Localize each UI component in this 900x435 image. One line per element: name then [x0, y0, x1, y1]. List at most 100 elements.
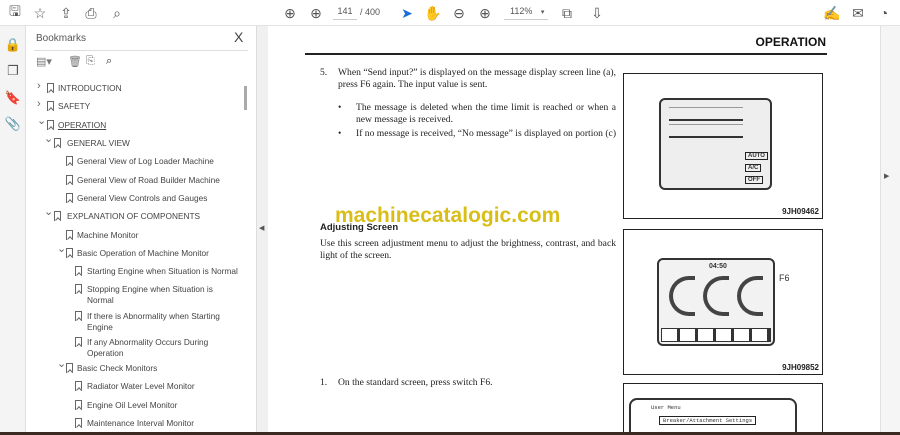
step-5-number: 5.: [320, 67, 328, 78]
bookmark-label[interactable]: Stopping Engine when Situation is Normal: [87, 284, 238, 306]
next-page-icon[interactable]: ⊕: [307, 4, 325, 22]
bookmark-icon: [66, 248, 73, 258]
collapse-arrow-icon: ◀: [259, 225, 265, 232]
new-bookmark-icon[interactable]: ⎘: [86, 55, 95, 68]
page-total: / 400: [360, 7, 381, 17]
upload-cloud-icon[interactable]: ⇪: [57, 4, 75, 22]
auto-key: AUTO: [745, 152, 768, 160]
toolbar: 🖫 ☆ ⇪ ⎙ ⌕ ⊕ ⊕ 141 / 400 ➤ ✋ ⊖ ⊕ 112% ▾ ⧉…: [0, 0, 900, 26]
collapse-panel-handle[interactable]: ◀: [256, 26, 268, 432]
divider: [34, 50, 248, 51]
figure-ac-panel: AUTO A/C OFF 9JH09462: [623, 73, 823, 219]
bookmark-label[interactable]: Basic Operation of Machine Monitor: [77, 248, 238, 259]
bookmark-label[interactable]: If there is Abnormality when Starting En…: [87, 311, 238, 333]
bookmark-star-icon[interactable]: ☆: [31, 4, 49, 22]
bookmark-icon: [75, 381, 82, 391]
bullet: •: [338, 102, 342, 113]
zoom-select[interactable]: 112% ▾: [504, 6, 548, 20]
function-keys: [661, 328, 771, 342]
bookmarks-panel: Bookmarks X ▤▾ 🗑 ⎘ ⌕ › INTRODUCTION › SAFET…: [26, 26, 256, 432]
find-bookmark-icon[interactable]: ⌕: [106, 55, 112, 68]
chevron-right-icon[interactable]: ›: [37, 99, 41, 110]
previous-page-icon[interactable]: ⊕: [281, 4, 299, 22]
bookmark-icon: [66, 230, 73, 240]
zoom-value: 112%: [510, 6, 533, 16]
lock-icon[interactable]: 🔒: [4, 36, 22, 54]
bookmark-label[interactable]: If any Abnormality Occurs During Operati…: [87, 337, 238, 359]
account-icon[interactable]: ◔: [875, 4, 893, 22]
bookmark-label[interactable]: INTRODUCTION: [58, 83, 238, 94]
zoom-in-icon[interactable]: ⊕: [476, 4, 494, 22]
bullet: •: [338, 128, 342, 139]
header-rule: [305, 53, 827, 55]
key-rows: [669, 104, 743, 138]
chevron-down-icon[interactable]: ⌄: [37, 116, 46, 127]
zoom-out-icon[interactable]: ⊖: [450, 4, 468, 22]
figure-2-label: 9JH09852: [782, 363, 819, 372]
watermark: machinecatalogic.com: [335, 204, 561, 227]
page-fit-icon[interactable]: ⧉: [558, 4, 576, 22]
chevron-down-icon[interactable]: ⌄: [57, 244, 66, 255]
bookmark-label[interactable]: EXPLANATION OF COMPONENTS: [67, 211, 238, 222]
bookmark-label[interactable]: General View of Log Loader Machine: [77, 156, 238, 167]
f6-callout: F6: [779, 273, 790, 283]
monitor-screen: 04:50: [657, 258, 775, 346]
panel-scrollbar[interactable]: [244, 86, 247, 110]
chevron-down-icon[interactable]: ⌄: [44, 134, 53, 145]
bookmark-icon: [75, 418, 82, 428]
bookmark-icon: [75, 400, 82, 410]
bookmark-label[interactable]: Machine Monitor: [77, 230, 238, 241]
bookmark-label[interactable]: General View Controls and Gauges: [77, 193, 238, 204]
bookmark-label[interactable]: GENERAL VIEW: [67, 138, 238, 149]
close-panel-button[interactable]: X: [234, 29, 243, 45]
bookmark-label[interactable]: SAFETY: [58, 101, 238, 112]
figure-1-label: 9JH09462: [782, 207, 819, 216]
bookmark-icon: [75, 266, 82, 276]
bookmark-label[interactable]: Basic Check Monitors: [77, 363, 238, 374]
bookmark-icon: [66, 156, 73, 166]
bookmark-icon: [66, 193, 73, 203]
bookmark-label[interactable]: General View of Road Builder Machine: [77, 175, 238, 186]
step-1-number: 1.: [320, 377, 328, 388]
off-key: OFF: [745, 176, 763, 184]
sign-icon[interactable]: ✍: [823, 4, 841, 22]
left-tool-rail: 🔒 ❐ 🔖 📎: [0, 26, 26, 432]
menu-title: User Menu: [651, 404, 681, 411]
bookmark-label[interactable]: Engine Oil Level Monitor: [87, 400, 238, 411]
bookmark-label[interactable]: OPERATION: [58, 120, 238, 131]
hand-tool-icon[interactable]: ✋: [424, 4, 442, 22]
scroll-mode-icon[interactable]: ⇩: [588, 4, 606, 22]
page-header: OPERATION: [755, 35, 826, 49]
attachments-icon[interactable]: 📎: [4, 115, 22, 133]
expand-arrow-icon[interactable]: ▶: [884, 172, 889, 180]
figure-user-menu: User Menu Breaker/Attachment Settings: [623, 383, 823, 432]
bookmark-label[interactable]: Radiator Water Level Monitor: [87, 381, 238, 392]
chevron-right-icon[interactable]: ›: [37, 81, 41, 92]
bookmark-icon: [66, 363, 73, 373]
options-icon[interactable]: ▤▾: [36, 55, 52, 68]
bookmark-label[interactable]: Maintenance Interval Monitor: [87, 418, 238, 429]
save-icon[interactable]: 🖫: [6, 3, 24, 22]
print-icon[interactable]: ⎙: [82, 4, 100, 22]
bullet-1-text: The message is deleted when the time lim…: [356, 102, 616, 125]
menu-item: Breaker/Attachment Settings: [659, 416, 757, 425]
step-1-text: On the standard screen, press switch F6.: [338, 377, 493, 388]
select-cursor-icon[interactable]: ➤: [398, 4, 416, 22]
document-scrollbar[interactable]: ▶: [880, 26, 900, 432]
monitor-time: 04:50: [709, 263, 727, 270]
delete-icon[interactable]: 🗑: [68, 55, 82, 68]
page-number-input[interactable]: 141: [333, 6, 357, 20]
chevron-down-icon[interactable]: ⌄: [57, 359, 66, 370]
email-icon[interactable]: ✉: [849, 4, 867, 22]
document-page: OPERATION 5. When “Send input?” is displ…: [268, 26, 880, 432]
gauge: [669, 276, 695, 316]
search-icon[interactable]: ⌕: [108, 4, 126, 22]
bookmark-icon: [54, 211, 61, 221]
gauge: [703, 276, 729, 316]
bookmark-icon: [75, 337, 82, 347]
figure-monitor: 04:50 F6 9JH09852: [623, 229, 823, 375]
bookmark-label[interactable]: Starting Engine when Situation is Normal: [87, 266, 238, 277]
bookmarks-icon[interactable]: 🔖: [4, 89, 22, 107]
page-thumbnails-icon[interactable]: ❐: [4, 62, 22, 80]
chevron-down-icon[interactable]: ⌄: [44, 207, 53, 218]
